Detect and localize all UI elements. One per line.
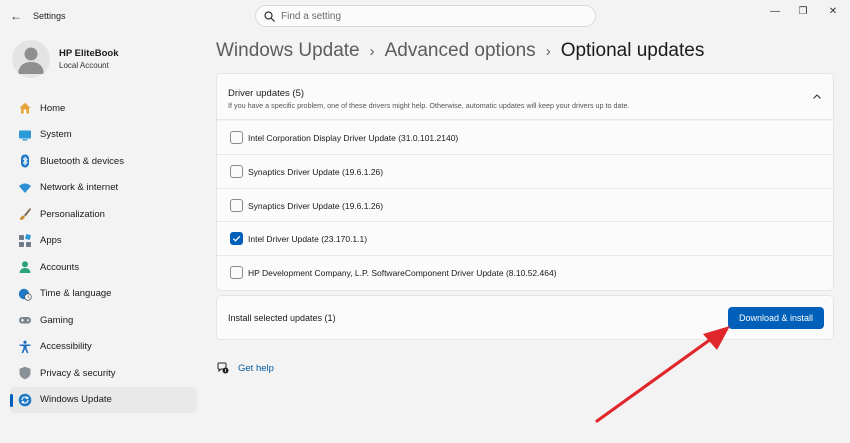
breadcrumb-advanced-options[interactable]: Advanced options [385,40,536,62]
sidebar-item-label: Time & language [40,288,112,300]
driver-label: Intel Corporation Display Driver Update … [248,133,459,143]
install-selected-row: Install selected updates (1) Download & … [216,295,834,340]
sidebar-item-bluetooth[interactable]: Bluetooth & devices [10,148,197,175]
maximize-button[interactable]: ❐ [792,2,814,20]
breadcrumb: Windows Update › Advanced options › Opti… [216,38,704,64]
breadcrumb-separator: › [545,42,551,60]
page-title: Optional updates [560,40,705,61]
driver-label: Intel Driver Update (23.170.1.1) [248,234,368,245]
sidebar-nav: Home System Bluetooth & devices Network … [10,95,197,413]
driver-updates-header[interactable]: Driver updates (5) If you have a specifi… [216,73,834,120]
sidebar-item-accounts[interactable]: Accounts [10,254,197,281]
accessibility-icon [18,340,32,354]
sidebar-item-gaming[interactable]: Gaming [10,307,197,334]
sidebar-item-label: Accounts [40,261,80,273]
close-button[interactable]: ✕ [822,2,844,20]
sidebar-item-label: Bluetooth & devices [40,155,124,167]
driver-row[interactable]: Synaptics Driver Update (19.6.1.26) [217,155,833,189]
get-help-link[interactable]: Get help [238,363,274,374]
maximize-icon: ❐ [798,5,808,17]
sidebar-item-label: Personalization [40,208,105,220]
sidebar-item-label: Windows Update [40,394,112,406]
sidebar-item-label: System [40,129,72,141]
profile-account-type: Local Account [59,61,109,70]
title-bar: ← Settings — ❐ ✕ [0,0,850,32]
sidebar-item-home[interactable]: Home [10,95,197,122]
breadcrumb-windows-update[interactable]: Windows Update [216,40,360,62]
download-install-button[interactable]: Download & install [728,307,824,329]
driver-checkbox-checked[interactable] [230,232,243,246]
sidebar-item-network[interactable]: Network & internet [10,175,197,202]
close-icon: ✕ [828,5,838,17]
driver-label: Synaptics Driver Update (19.6.1.26) [248,166,384,177]
sidebar-item-label: Privacy & security [40,367,116,379]
install-selected-label: Install selected updates (1) [228,313,336,323]
sidebar-item-privacy-security[interactable]: Privacy & security [10,360,197,387]
driver-list: Intel Corporation Display Driver Update … [216,121,834,291]
help-icon [217,362,229,374]
sidebar-item-label: Accessibility [40,341,92,353]
driver-row[interactable]: Synaptics Driver Update (19.6.1.26) [217,189,833,223]
brush-icon [18,207,32,221]
sidebar-item-accessibility[interactable]: Accessibility [10,334,197,361]
driver-row[interactable]: HP Development Company, L.P. SoftwareCom… [217,256,833,290]
sync-icon [18,393,32,407]
search-input[interactable] [281,8,581,24]
minimize-icon: — [770,5,780,17]
driver-checkbox[interactable] [230,131,243,144]
gamepad-icon [18,313,32,327]
chevron-up-icon[interactable] [811,91,823,103]
sidebar-item-windows-update[interactable]: Windows Update [10,386,197,413]
annotation-arrow-icon [595,326,730,423]
sidebar-item-label: Network & internet [40,182,119,194]
checkmark-icon [232,236,241,243]
driver-checkbox[interactable] [230,198,243,212]
app-title: Settings [33,11,66,21]
driver-checkbox[interactable] [230,164,243,178]
driver-row[interactable]: Intel Driver Update (23.170.1.1) [217,222,833,257]
system-icon [18,128,32,142]
wifi-icon [18,181,32,195]
driver-checkbox[interactable] [230,266,243,280]
sidebar-item-label: Gaming [40,314,74,326]
sidebar-item-system[interactable]: System [10,122,197,149]
back-button[interactable]: ← [6,6,26,26]
driver-row[interactable]: Intel Corporation Display Driver Update … [217,121,833,155]
sidebar-item-label: Apps [40,235,62,247]
search-box[interactable] [255,5,596,27]
profile-name: HP EliteBook [59,48,119,59]
sidebar-item-apps[interactable]: Apps [10,228,197,255]
back-arrow-icon: ← [10,9,22,23]
driver-updates-title: Driver updates (5) [228,88,305,99]
search-icon [264,11,275,22]
driver-updates-description: If you have a specific problem, one of t… [228,101,630,110]
globe-clock-icon [18,287,32,301]
driver-label: HP Development Company, L.P. SoftwareCom… [248,268,557,279]
accounts-icon [18,260,32,274]
apps-icon [18,233,32,248]
home-icon [18,101,32,115]
sidebar-item-label: Home [40,102,66,114]
user-avatar-icon [18,47,44,74]
get-help[interactable]: Get help [217,362,274,374]
shield-icon [18,366,32,380]
sidebar-item-time-language[interactable]: Time & language [10,281,197,308]
driver-label: Synaptics Driver Update (19.6.1.26) [248,200,384,211]
avatar [12,40,50,78]
minimize-button[interactable]: — [764,2,786,20]
breadcrumb-separator: › [369,42,375,60]
bluetooth-icon [18,154,32,168]
sidebar-item-personalization[interactable]: Personalization [10,201,197,228]
